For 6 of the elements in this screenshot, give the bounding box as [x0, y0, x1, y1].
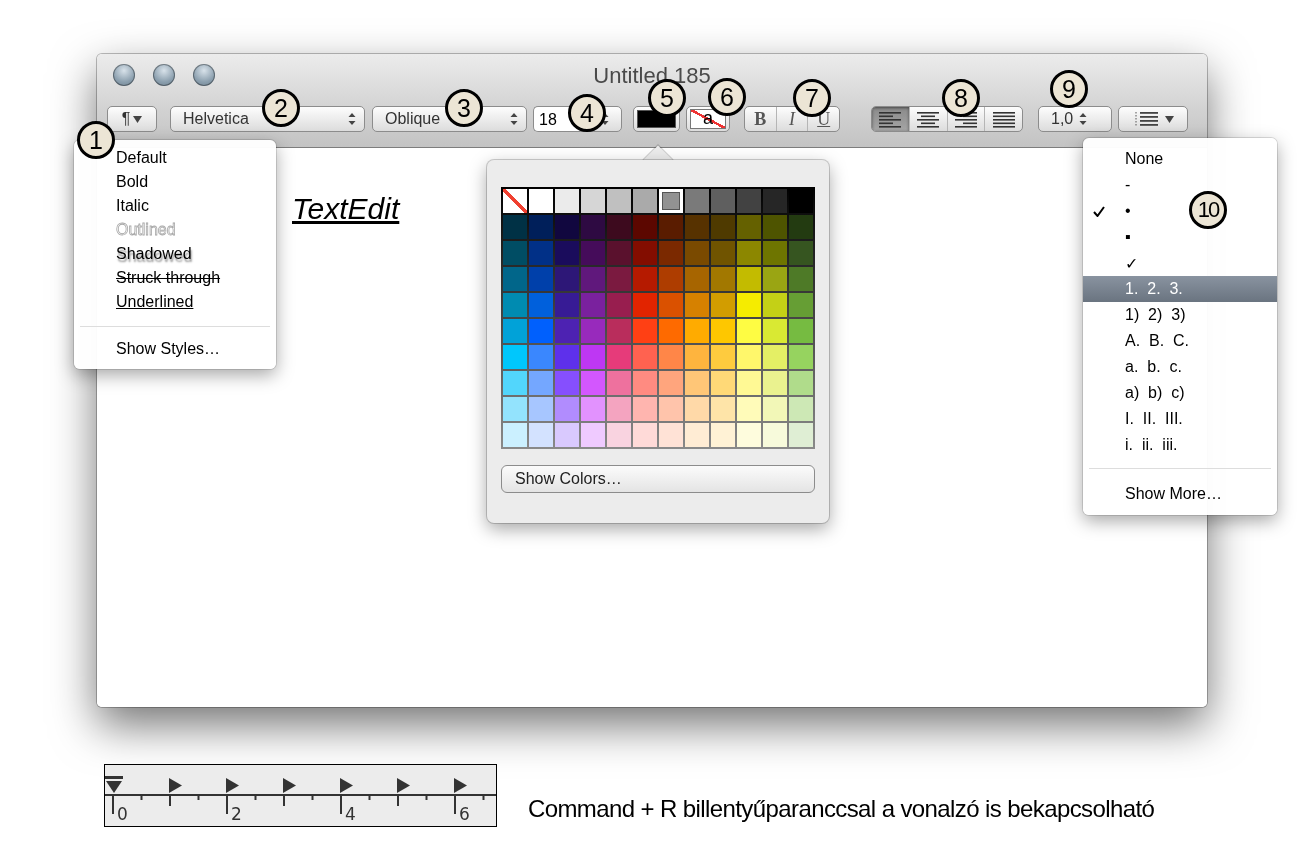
ruler-label: 0: [117, 804, 128, 824]
document-text: TextEdit: [292, 192, 400, 226]
ruler-label: 2: [231, 804, 242, 824]
caption-text: Command + R billentyűparanccsal a vonalzó is bekapcsolható: [528, 795, 1155, 823]
ruler-label: 6: [459, 804, 470, 824]
ruler-label: 4: [345, 804, 356, 824]
